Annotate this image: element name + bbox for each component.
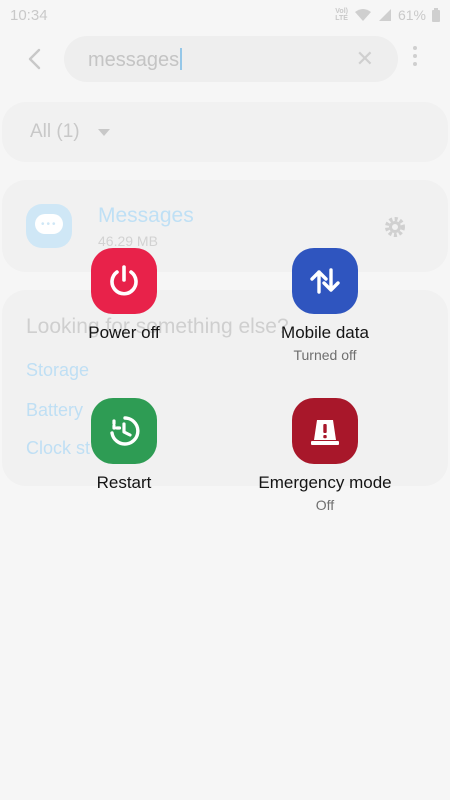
dropdown-caret-icon <box>98 129 110 136</box>
filter-card[interactable]: All (1) <box>2 102 448 162</box>
volte-icon: Vol) LTE <box>335 8 348 22</box>
back-arrow-icon[interactable] <box>22 46 48 72</box>
power-off-label: Power off <box>88 323 160 342</box>
emergency-mode-label: Emergency mode <box>258 473 392 492</box>
battery-percent: 61% <box>397 7 426 23</box>
restart-button[interactable]: Restart <box>24 398 224 498</box>
screen: 10:34 Vol) LTE 61% messages ✕ All (1) ••… <box>0 0 450 800</box>
search-bar: messages ✕ <box>0 34 450 82</box>
restart-icon <box>110 416 140 446</box>
mobile-data-label: Mobile data <box>281 323 369 342</box>
emergency-mode-tile <box>292 398 358 464</box>
restart-label: Restart <box>96 473 152 492</box>
text-cursor <box>180 48 183 70</box>
mobile-data-status: Turned off <box>293 347 357 363</box>
emergency-mode-button[interactable]: Emergency mode Off <box>225 398 425 518</box>
app-size: 46.29 MB <box>98 233 158 249</box>
filter-label: All (1) <box>30 121 80 142</box>
gear-icon[interactable] <box>382 214 408 240</box>
data-arrows-icon <box>310 268 340 294</box>
app-name: Messages <box>98 204 194 227</box>
mobile-data-button[interactable]: Mobile data Turned off <box>225 248 425 368</box>
emergency-mode-status: Off <box>315 497 335 513</box>
mobile-data-tile <box>292 248 358 314</box>
link-storage[interactable]: Storage <box>26 360 89 381</box>
battery-icon <box>432 8 440 22</box>
search-input[interactable]: messages ✕ <box>64 36 398 82</box>
restart-tile <box>91 398 157 464</box>
messages-app-icon: ••• <box>26 204 72 248</box>
close-icon[interactable]: ✕ <box>356 48 374 70</box>
signal-icon <box>378 9 391 21</box>
status-icons: Vol) LTE 61% <box>335 7 440 23</box>
power-icon <box>110 265 138 296</box>
power-off-button[interactable]: Power off <box>24 248 224 348</box>
more-vertical-icon[interactable] <box>408 46 422 70</box>
emergency-light-icon <box>311 420 339 445</box>
status-time: 10:34 <box>10 6 48 24</box>
power-off-tile <box>91 248 157 314</box>
search-query: messages <box>88 49 180 71</box>
status-bar: 10:34 Vol) LTE 61% <box>0 0 450 30</box>
wifi-icon <box>354 9 371 21</box>
